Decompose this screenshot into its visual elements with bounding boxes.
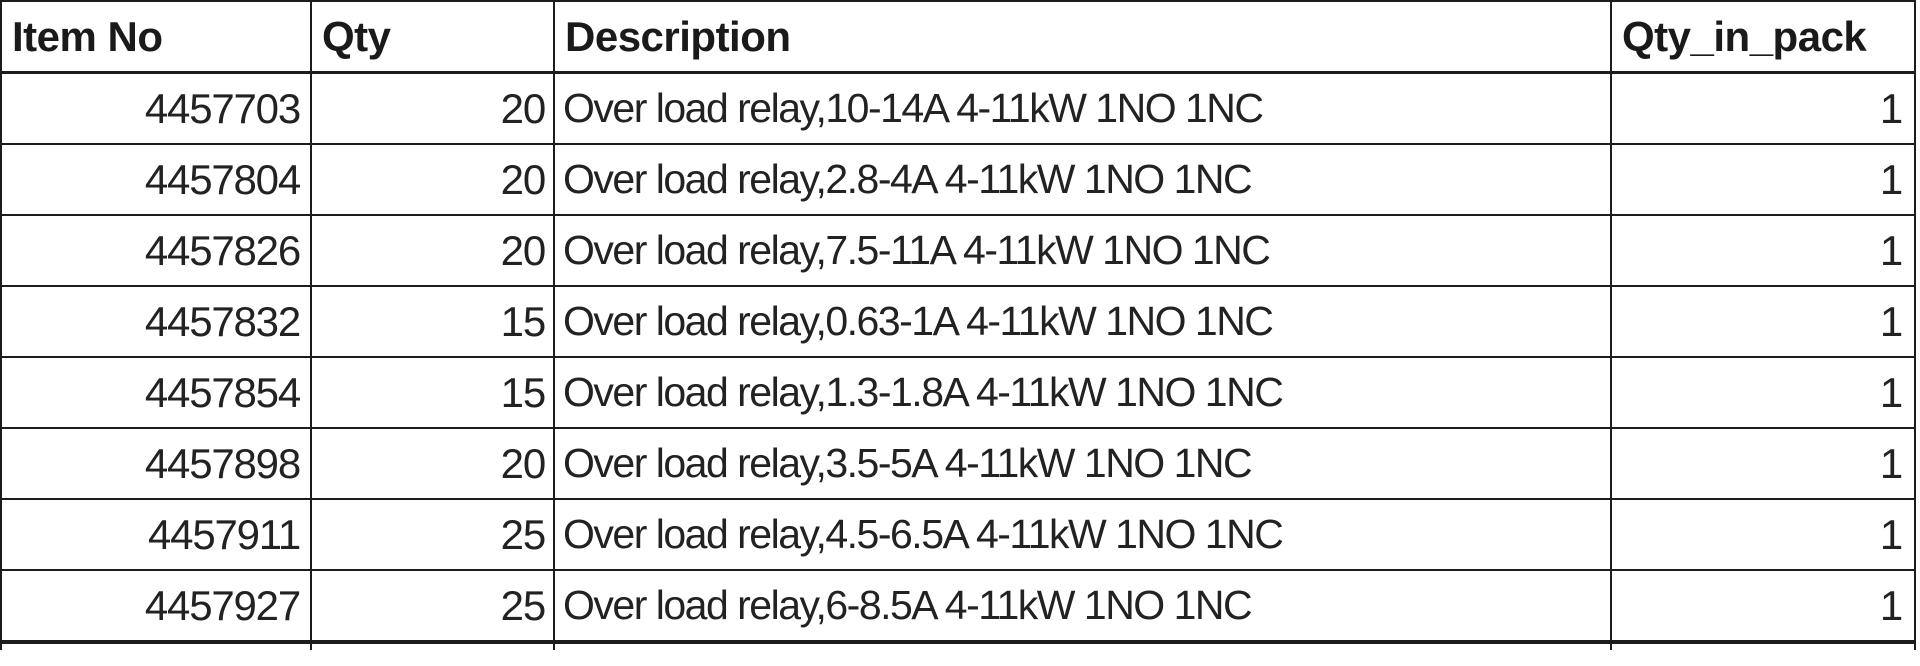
- cell-qty-in-pack[interactable]: 1: [1610, 569, 1916, 643]
- header-description[interactable]: Description: [553, 0, 1612, 74]
- parts-table: Item No Qty Description Qty_in_pack 4457…: [0, 0, 1916, 650]
- cell-description[interactable]: Over load relay,6-8.5A 4-11kW 1NO 1NC: [553, 569, 1612, 643]
- cell-item-no[interactable]: 4457832: [0, 285, 312, 358]
- cell-qty-in-pack[interactable]: 1: [1610, 71, 1916, 145]
- cell-qty-in-pack[interactable]: 1: [1610, 356, 1916, 429]
- table-row: 4457826 20 Over load relay,7.5-11A 4-11k…: [0, 214, 1916, 287]
- table-row: 4457911 25 Over load relay,4.5-6.5A 4-11…: [0, 498, 1916, 571]
- cell-qty[interactable]: 15: [310, 356, 555, 429]
- cell-item-no[interactable]: 4457854: [0, 356, 312, 429]
- cell-description[interactable]: Over load relay,4.5-6.5A 4-11kW 1NO 1NC: [553, 498, 1612, 571]
- cell-item-no[interactable]: 4457826: [0, 214, 312, 287]
- cell-qty[interactable]: 20: [310, 71, 555, 145]
- table-row: 4457832 15 Over load relay,0.63-1A 4-11k…: [0, 285, 1916, 358]
- table-row: 4457854 15 Over load relay,1.3-1.8A 4-11…: [0, 356, 1916, 429]
- table-row-partial: [0, 640, 1916, 650]
- cell-empty[interactable]: [310, 640, 555, 650]
- cell-qty[interactable]: 20: [310, 143, 555, 216]
- header-row: Item No Qty Description Qty_in_pack: [0, 0, 1916, 74]
- cell-item-no[interactable]: 4457927: [0, 569, 312, 643]
- cell-qty-in-pack[interactable]: 1: [1610, 498, 1916, 571]
- cell-qty[interactable]: 20: [310, 214, 555, 287]
- cell-empty[interactable]: [553, 640, 1612, 650]
- cell-qty[interactable]: 25: [310, 498, 555, 571]
- table-row: 4457804 20 Over load relay,2.8-4A 4-11kW…: [0, 143, 1916, 216]
- table-row: 4457898 20 Over load relay,3.5-5A 4-11kW…: [0, 427, 1916, 500]
- cell-description[interactable]: Over load relay,2.8-4A 4-11kW 1NO 1NC: [553, 143, 1612, 216]
- cell-item-no[interactable]: 4457703: [0, 71, 312, 145]
- cell-qty-in-pack[interactable]: 1: [1610, 427, 1916, 500]
- cell-description[interactable]: Over load relay,7.5-11A 4-11kW 1NO 1NC: [553, 214, 1612, 287]
- cell-qty[interactable]: 15: [310, 285, 555, 358]
- header-qty[interactable]: Qty: [310, 0, 555, 74]
- cell-qty[interactable]: 20: [310, 427, 555, 500]
- cell-description[interactable]: Over load relay,1.3-1.8A 4-11kW 1NO 1NC: [553, 356, 1612, 429]
- cell-empty[interactable]: [1610, 640, 1916, 650]
- header-qty-in-pack[interactable]: Qty_in_pack: [1610, 0, 1916, 74]
- cell-qty[interactable]: 25: [310, 569, 555, 643]
- cell-empty[interactable]: [0, 640, 312, 650]
- cell-item-no[interactable]: 4457804: [0, 143, 312, 216]
- cell-description[interactable]: Over load relay,3.5-5A 4-11kW 1NO 1NC: [553, 427, 1612, 500]
- header-item-no[interactable]: Item No: [0, 0, 312, 74]
- cell-description[interactable]: Over load relay,0.63-1A 4-11kW 1NO 1NC: [553, 285, 1612, 358]
- table-row: 4457927 25 Over load relay,6-8.5A 4-11kW…: [0, 569, 1916, 643]
- cell-item-no[interactable]: 4457898: [0, 427, 312, 500]
- cell-qty-in-pack[interactable]: 1: [1610, 214, 1916, 287]
- cell-description[interactable]: Over load relay,10-14A 4-11kW 1NO 1NC: [553, 71, 1612, 145]
- cell-qty-in-pack[interactable]: 1: [1610, 143, 1916, 216]
- cell-item-no[interactable]: 4457911: [0, 498, 312, 571]
- table-row: 4457703 20 Over load relay,10-14A 4-11kW…: [0, 71, 1916, 145]
- cell-qty-in-pack[interactable]: 1: [1610, 285, 1916, 358]
